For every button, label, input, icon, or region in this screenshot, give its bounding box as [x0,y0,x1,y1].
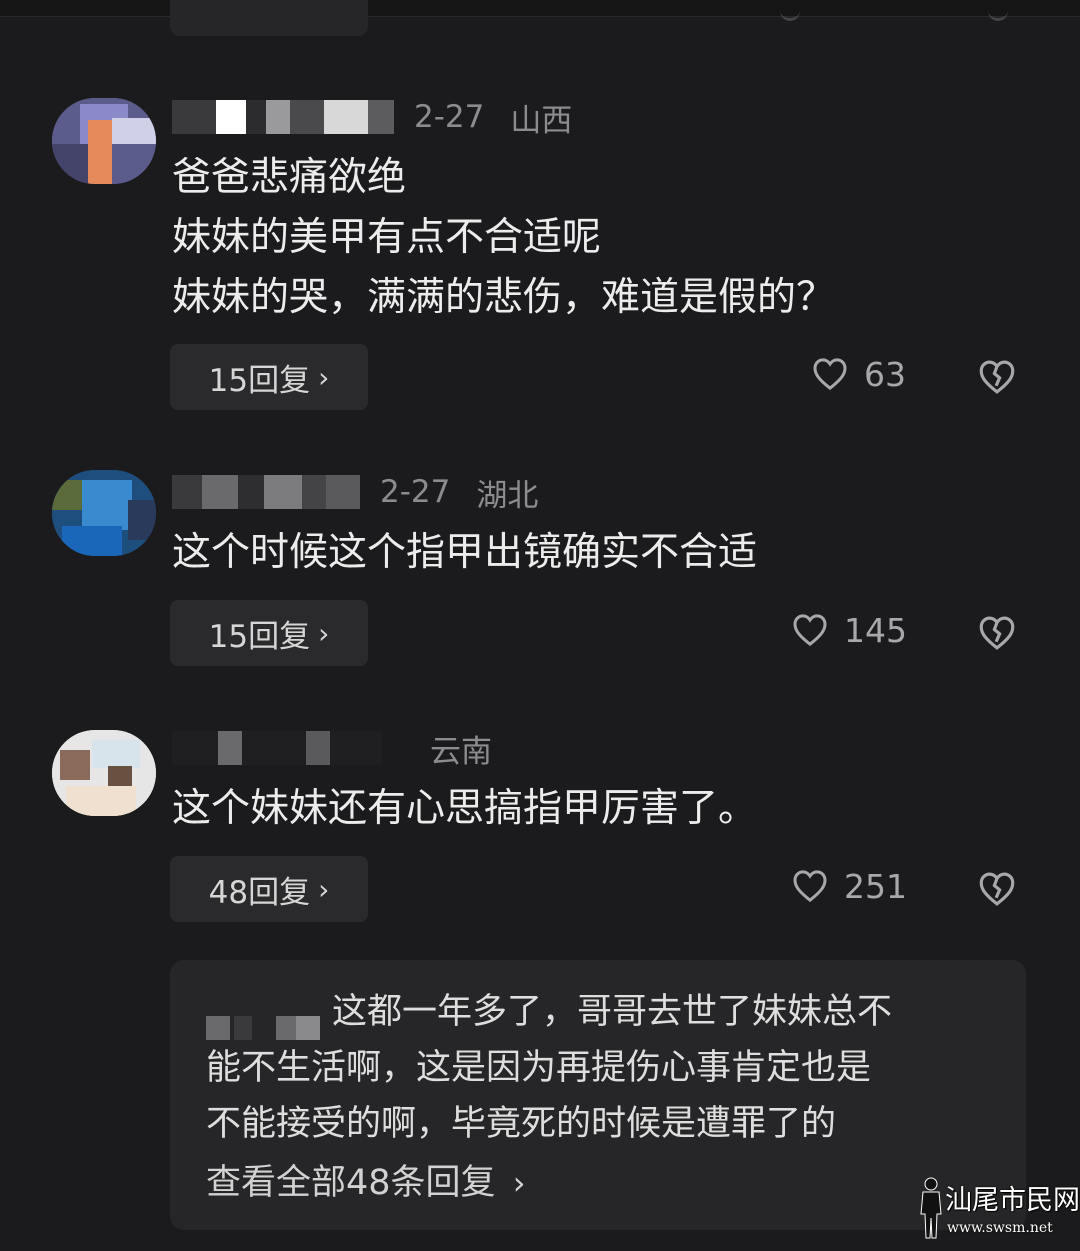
reply-count-label: 48回复 [208,874,311,911]
previous-reply-button[interactable] [170,0,368,36]
site-watermark: 汕尾市民网 www.swsm.net [915,1174,1080,1246]
watermark-name: 汕尾市民网 [945,1185,1080,1216]
view-replies-button[interactable]: 48回复 › [170,856,368,922]
reply-line: 不能接受的啊，毕竟死的时候是遭罪了的 [206,1104,837,1144]
comment-meta: 2-27 湖北 [172,470,538,514]
broken-heart-icon [979,616,1015,650]
comment-date: 2-27 [380,474,451,510]
heart-icon [793,614,827,647]
avatar[interactable] [52,730,156,816]
comment-line: 爸爸悲痛欲绝 [172,155,407,200]
comment-meta: 云南 [172,726,492,770]
username-redacted[interactable] [172,473,360,511]
dislike-button[interactable] [976,612,1018,658]
chevron-right-icon: › [318,872,330,906]
like-count: 145 [844,610,907,650]
broken-heart-icon [979,360,1015,394]
reply-author-redacted[interactable] [206,1001,326,1040]
view-all-replies-link[interactable]: 查看全部48条回复 › [206,1154,525,1205]
username-redacted[interactable] [172,729,382,767]
comment-location: 湖北 [476,477,539,514]
avatar[interactable] [52,470,156,556]
comment-text: 爸爸悲痛欲绝 妹妹的美甲有点不合适呢 妹妹的哭，满满的悲伤，难道是假的？ [172,148,835,328]
comment-meta: 2-27 山西 [172,95,572,139]
dislike-button[interactable] [976,868,1018,914]
comment-date: 2-27 [414,99,485,135]
view-replies-button[interactable]: 15回复 › [170,344,368,410]
reply-preview-text: 这都一年多了，哥哥去世了妹妹总不 能不生活啊，这是因为再提伤心事肯定也是 不能接… [206,984,892,1152]
watermark-url: www.swsm.net [947,1220,1053,1236]
like-count: 251 [844,866,907,906]
like-button[interactable]: 251 [790,866,907,906]
reply-count-label: 15回复 [208,362,311,399]
heart-icon [813,358,847,391]
broken-heart-icon [979,872,1015,906]
view-all-label: 查看全部48条回复 [206,1163,496,1203]
like-button[interactable]: 63 [810,354,906,394]
dislike-button[interactable] [976,356,1018,402]
person-silhouette-icon [920,1177,942,1239]
comment-line: 妹妹的美甲有点不合适呢 [172,215,602,260]
comment-line: 这个时候这个指甲出镜确实不合适 [172,530,758,575]
reply-preview[interactable]: 这都一年多了，哥哥去世了妹妹总不 能不生活啊，这是因为再提伤心事肯定也是 不能接… [170,960,1026,1230]
comment-line: 妹妹的哭，满满的悲伤，难道是假的？ [172,275,836,320]
heart-icon [793,870,827,903]
view-replies-button[interactable]: 15回复 › [170,600,368,666]
previous-dislike-icon[interactable] [988,8,1008,21]
like-count: 63 [864,354,906,394]
previous-like-icon[interactable] [780,8,800,21]
comment-line: 这个妹妹还有心思搞指甲厉害了。 [172,786,758,831]
username-redacted[interactable] [172,98,394,136]
chevron-right-icon: › [512,1164,526,1202]
chevron-right-icon: › [318,616,330,650]
reply-count-label: 15回复 [208,618,311,655]
reply-line: 能不生活啊，这是因为再提伤心事肯定也是 [206,1048,872,1088]
reply-line: 这都一年多了，哥哥去世了妹妹总不 [332,992,893,1032]
comment-location: 山西 [510,102,573,139]
comment-text: 这个时候这个指甲出镜确实不合适 [172,523,757,583]
comment-text: 这个妹妹还有心思搞指甲厉害了。 [172,779,757,839]
comment-location: 云南 [430,733,492,770]
like-button[interactable]: 145 [790,610,907,650]
previous-comment-remnant [0,0,1080,17]
chevron-right-icon: › [318,360,330,394]
avatar[interactable] [52,98,156,184]
